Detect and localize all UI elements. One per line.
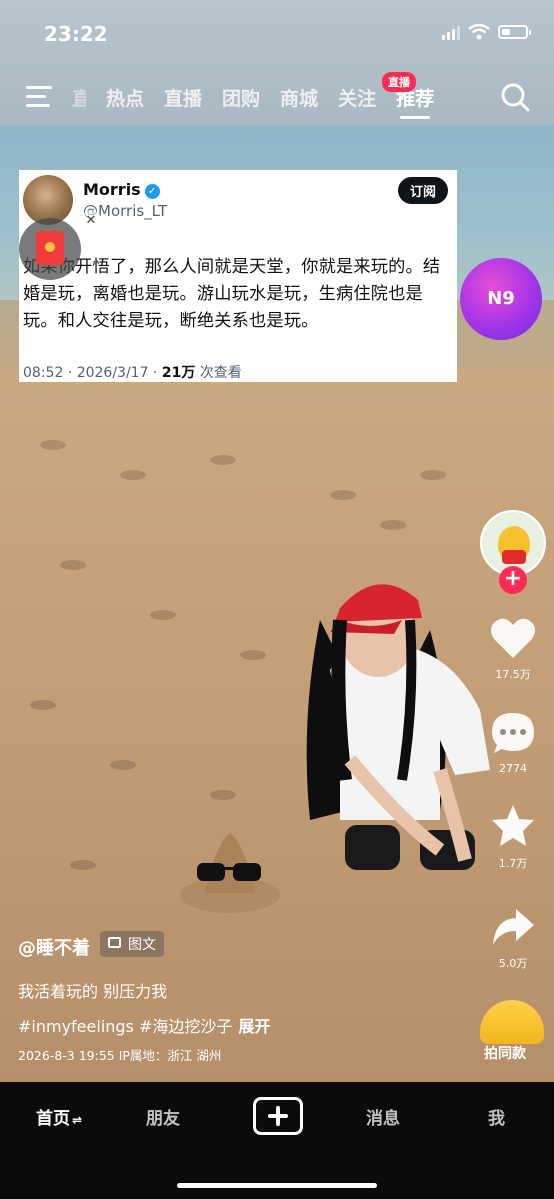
verified-icon: ✓ <box>144 184 160 199</box>
person-photo <box>306 584 490 870</box>
post-caption: 我活着玩的 别压力我 <box>18 982 168 1001</box>
sand-castle-sunglasses <box>180 833 280 913</box>
tab-live[interactable]: 直播 <box>164 84 202 111</box>
status-icons <box>442 24 531 40</box>
tweet-time: 08:52 · 2026/3/17 · <box>23 365 162 381</box>
tweet-views-label: 次查看 <box>195 365 242 381</box>
tweet-meta: 08:52 · 2026/3/17 · 21万 次查看 <box>23 362 242 382</box>
create-post-button[interactable] <box>253 1097 303 1135</box>
top-nav: 直播 热点 直播 团购 商城 关注 推荐 直播 <box>0 72 554 122</box>
tab-home-switch-icon: ⇌ <box>72 1113 83 1127</box>
home-indicator <box>177 1183 377 1188</box>
tweet-card: Morris ✓ @Morris_LT 订阅 如果你开悟了，那么人间就是天堂，你就… <box>19 170 457 382</box>
share-count: 5.0万 <box>498 957 528 970</box>
signal-icon <box>442 24 460 40</box>
tweet-author-name: Morris <box>83 180 141 199</box>
menu-icon[interactable] <box>26 86 52 108</box>
status-time: 23:22 <box>44 22 108 46</box>
tab-messages[interactable]: 消息 <box>366 1104 400 1129</box>
tab-group-buy[interactable]: 团购 <box>222 84 260 111</box>
expand-link[interactable]: 展开 <box>238 1017 270 1036</box>
follow-button[interactable]: + <box>499 566 527 594</box>
tab-me[interactable]: 我 <box>488 1104 505 1129</box>
tweet-body: 如果你开悟了，那么人间就是天堂，你就是来玩的。结婚是玩，离婚也是玩。游山玩水是玩… <box>23 257 441 331</box>
post-dateline: 2026-8-3 19:55 IP属地：浙江 湖州 <box>18 1048 222 1063</box>
red-packet-button[interactable] <box>19 218 81 280</box>
heart-icon <box>490 618 536 658</box>
post-author[interactable]: @睡不着 <box>18 934 90 960</box>
shoot-same-label[interactable]: 拍同款 <box>484 1043 526 1063</box>
tweet-author-row: Morris ✓ <box>83 180 160 199</box>
post-tags: #inmyfeelings #海边挖沙子 展开 <box>18 1013 270 1037</box>
battery-icon <box>498 25 531 39</box>
tab-home[interactable]: 首页 ⇌ <box>36 1104 82 1129</box>
comment-button[interactable]: 2774 <box>483 710 543 775</box>
close-icon[interactable]: ✕ <box>80 210 102 232</box>
tab-hot[interactable]: 热点 <box>106 84 144 111</box>
star-icon <box>492 805 534 846</box>
live-badge: 直播 <box>382 72 416 92</box>
share-button[interactable]: 5.0万 <box>483 905 543 971</box>
like-count: 17.5万 <box>495 668 531 681</box>
tab-following[interactable]: 关注 <box>338 84 376 111</box>
like-button[interactable]: 17.5万 <box>483 616 543 682</box>
tweet-views-count: 21万 <box>161 365 196 381</box>
red-envelope-icon <box>36 231 64 265</box>
wifi-icon <box>468 24 490 40</box>
bottom-nav: 首页 ⇌ 朋友 消息 我 <box>0 1082 554 1199</box>
gallery-icon <box>108 937 121 948</box>
favorite-count: 1.7万 <box>498 857 528 870</box>
tab-mall[interactable]: 商城 <box>280 84 318 111</box>
post-image[interactable] <box>0 0 554 1085</box>
pill-label: 图文 <box>128 937 156 953</box>
comment-count: 2774 <box>499 762 527 775</box>
share-arrow-icon <box>493 909 534 945</box>
comment-icon <box>492 713 534 753</box>
image-text-pill: 图文 <box>100 931 164 957</box>
tab-friends[interactable]: 朋友 <box>146 1104 180 1129</box>
tab-home-label: 首页 <box>36 1109 70 1129</box>
favorite-button[interactable]: 1.7万 <box>483 803 543 871</box>
promo-badge[interactable]: N9 <box>460 258 542 340</box>
search-icon[interactable] <box>500 82 530 112</box>
tab-live-partial[interactable]: 直播 <box>72 84 86 111</box>
top-tabs: 直播 热点 直播 团购 商城 关注 推荐 <box>72 84 434 119</box>
subscribe-button: 订阅 <box>397 177 448 204</box>
hashtags[interactable]: #inmyfeelings #海边挖沙子 <box>18 1017 232 1036</box>
